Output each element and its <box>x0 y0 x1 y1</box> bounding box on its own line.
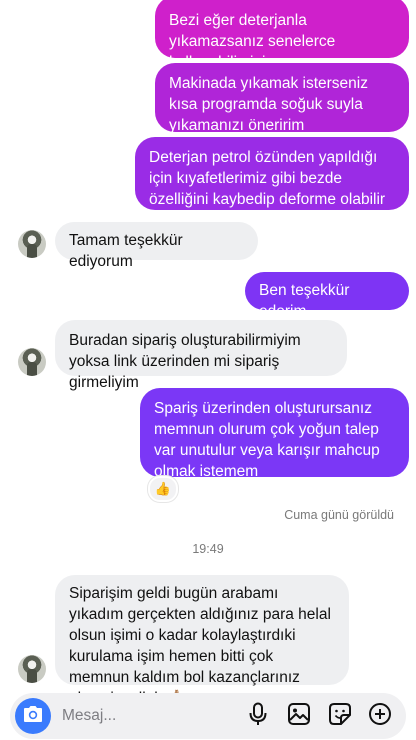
gallery-button[interactable] <box>287 702 311 731</box>
outgoing-message[interactable]: Bezi eğer deterjanla yıkamazsanız senele… <box>155 0 409 71</box>
sender-avatar[interactable] <box>18 230 46 258</box>
message-text: Ben teşekkür ederim <box>259 282 350 320</box>
thumbs-up-reaction[interactable]: 👍 <box>148 476 178 502</box>
message-text: Spariş üzerinden oluşturursanız memnun o… <box>154 400 380 480</box>
message-text: Siparişim geldi bugün arabamı yıkadım ge… <box>69 585 331 707</box>
outgoing-message[interactable]: Spariş üzerinden oluşturursanız memnun o… <box>140 388 409 480</box>
microphone-icon <box>248 702 268 731</box>
sender-avatar[interactable] <box>18 348 46 376</box>
camera-button[interactable] <box>15 698 51 734</box>
incoming-message[interactable]: Buradan sipariş oluşturabilirmiyim yoksa… <box>55 320 347 391</box>
message-input[interactable]: Mesaj... <box>62 707 116 725</box>
outgoing-message[interactable]: Deterjan petrol özünden yapıldığı için k… <box>135 137 409 210</box>
message-text: Deterjan petrol özünden yapıldığı için k… <box>149 149 386 208</box>
sender-avatar[interactable] <box>18 655 46 683</box>
message-text: Tamam teşekkür ediyorum <box>69 232 183 270</box>
sticker-icon <box>328 702 352 731</box>
message-text: Buradan sipariş oluşturabilirmiyim yoksa… <box>69 332 301 391</box>
camera-icon <box>23 705 43 728</box>
message-text: Makinada yıkamak isterseniz kısa program… <box>169 75 368 134</box>
incoming-message[interactable]: Siparişim geldi bugün arabamı yıkadım ge… <box>55 575 349 707</box>
add-icon <box>368 702 392 731</box>
sticker-button[interactable] <box>328 702 352 731</box>
message-composer: Mesaj... <box>10 693 406 739</box>
outgoing-message[interactable]: Ben teşekkür ederim <box>245 272 409 320</box>
add-button[interactable] <box>368 702 392 731</box>
seen-status: Cuma günü görüldü <box>284 508 394 522</box>
timestamp: 19:49 <box>192 542 224 556</box>
gallery-icon <box>287 702 311 731</box>
outgoing-message[interactable]: Makinada yıkamak isterseniz kısa program… <box>155 63 409 134</box>
microphone-button[interactable] <box>246 702 270 731</box>
incoming-message[interactable]: Tamam teşekkür ediyorum <box>55 222 258 270</box>
thumbs-up-icon: 👍 <box>154 481 172 496</box>
